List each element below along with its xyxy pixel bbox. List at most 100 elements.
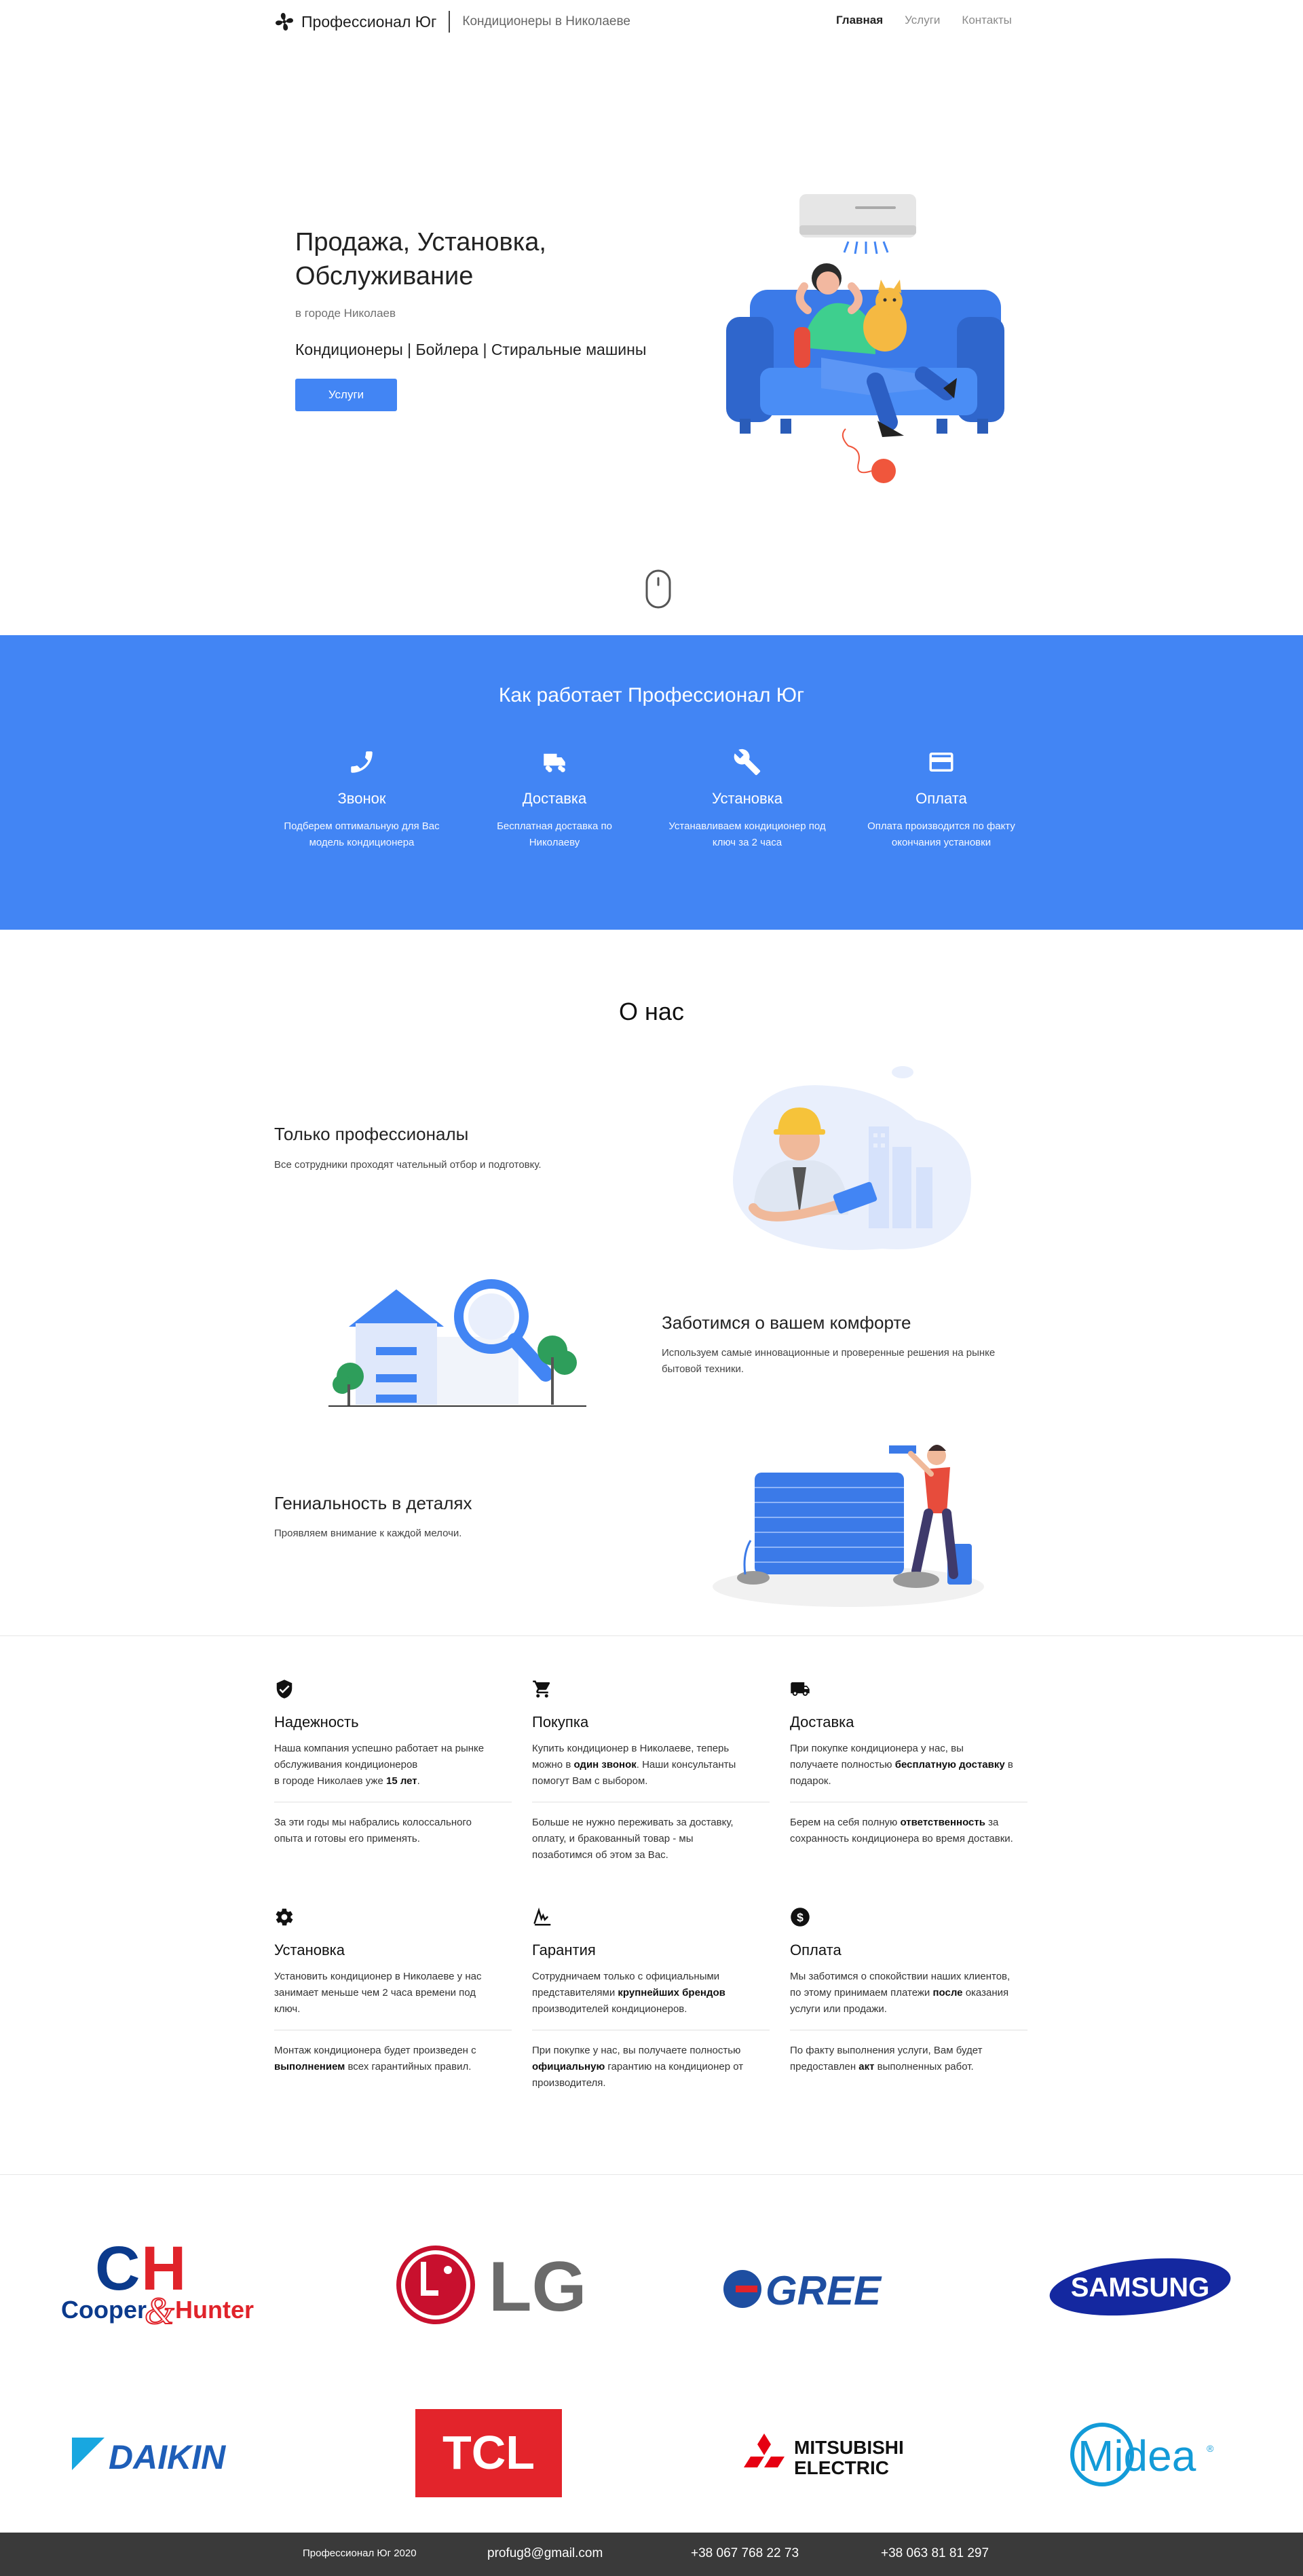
feature-title: Заботимся о вашем комфорте: [662, 1312, 911, 1333]
feature-text: Проявляем внимание к каждой мелочи.: [274, 1528, 462, 1539]
gree-logo[interactable]: GREE: [722, 2265, 905, 2313]
dollar-icon: $: [791, 1908, 810, 1927]
how-title: Как работает Профессионал Юг: [498, 684, 805, 706]
divider: [0, 1635, 1303, 1636]
svg-text:$: $: [797, 1910, 804, 1924]
about-title: О нас: [619, 998, 684, 1025]
gear-icon: [276, 1908, 293, 1926]
benefit-title: Покупка: [532, 1713, 589, 1730]
credit-card-icon: [929, 753, 953, 772]
benefit-text: Наша компания успешно работает на рынке о…: [274, 1743, 485, 1787]
nav-services[interactable]: Услуги: [905, 14, 940, 27]
benefit-text: Установить кондиционер в Николаеве у нас…: [274, 1971, 482, 2015]
svg-text:DAIKIN: DAIKIN: [109, 2438, 226, 2476]
fan-icon: [276, 13, 293, 31]
brand-name: Профессионал Юг: [301, 12, 437, 31]
hero-title: Продажа, Установка, Обслуживание: [295, 225, 702, 293]
page: Профессионал Юг Кондиционеры в Николаеве…: [0, 0, 1303, 2576]
midea-logo[interactable]: Midea ®: [1064, 2419, 1220, 2487]
svg-text:GREE: GREE: [766, 2268, 882, 2313]
wrench-icon: [734, 749, 761, 776]
step-payment: Оплата Оплата производится по факту оконч…: [856, 748, 1026, 851]
step-call: Звонок Подберем оптимальную для Вас модел…: [277, 748, 447, 851]
step-desc: Бесплатная доставка по Николаеву: [497, 820, 612, 848]
tcl-logo[interactable]: TCL: [415, 2409, 562, 2497]
step-title: Звонок: [337, 790, 386, 807]
mitsubishi-logo[interactable]: MITSUBISHI ELECTRIC: [738, 2429, 904, 2481]
cart-icon: [533, 1680, 550, 1698]
benefit-text-secondary: Больше не нужно переживать за доставку, о…: [532, 1817, 734, 1861]
svg-text:MITSUBISHI: MITSUBISHI: [794, 2437, 904, 2458]
benefit-reliability: Надежность Наша компания успешно работае…: [274, 1679, 512, 1847]
hero-city: в городе Николаев: [295, 307, 396, 320]
hero-title-line1: Продажа, Установка,: [295, 228, 546, 257]
benefit-text-secondary: При покупке у нас, вы получаете полность…: [532, 2045, 744, 2089]
benefit-payment: $ Оплата Мы заботимся о спокойствии наши…: [790, 1907, 1027, 2075]
benefit-warranty: Гарантия Сотрудничаем только с официальн…: [532, 1907, 770, 2091]
svg-text:&: &: [145, 2290, 174, 2328]
step-title: Установка: [712, 790, 782, 807]
hero-illustration: [726, 194, 1004, 483]
benefit-text: При покупке кондиционера у нас, вы получа…: [790, 1743, 1013, 1787]
step-title: Оплата: [915, 790, 967, 807]
benefit-text-secondary: По факту выполнения услуги, Вам будет пре…: [790, 2045, 983, 2072]
cooper-hunter-logo[interactable]: C H Cooper & Hunter: [60, 2246, 267, 2328]
svg-text:Cooper: Cooper: [61, 2296, 147, 2324]
svg-text:TCL: TCL: [442, 2426, 535, 2479]
benefit-text: Купить кондиционер в Николаеве, теперь мо…: [532, 1743, 736, 1787]
benefit-text-secondary: За эти годы мы набрались колоссального оп…: [274, 1817, 472, 1844]
svg-text:ELECTRIC: ELECTRIC: [794, 2457, 889, 2478]
signature-icon: [533, 1907, 551, 1926]
brand[interactable]: Профессионал Юг Кондиционеры в Николаеве: [274, 10, 630, 34]
phone-icon: [351, 751, 373, 773]
benefit-installation: Установка Установить кондиционер в Никол…: [274, 1907, 512, 2075]
header: Профессионал Юг Кондиционеры в Николаеве…: [0, 0, 1303, 43]
svg-text:C: C: [95, 2246, 140, 2303]
svg-text:®: ®: [1207, 2443, 1214, 2454]
step-desc: Оплата производится по факту окончания ус…: [867, 820, 1015, 848]
footer-email[interactable]: profug8@gmail.com: [487, 2546, 603, 2561]
step-install: Установка Устанавливаем кондиционер под к…: [662, 748, 832, 851]
benefit-text: Сотрудничаем только с официальными предст…: [532, 1971, 725, 2015]
main-nav: Главная Услуги Контакты: [836, 14, 1012, 27]
scroll-mouse-icon[interactable]: [645, 569, 672, 609]
step-desc: Устанавливаем кондиционер под ключ за 2 ч…: [668, 820, 826, 848]
feature-text: Все сотрудники проходят чательный отбор …: [274, 1159, 542, 1171]
samsung-logo[interactable]: SAMSUNG: [1048, 2254, 1232, 2319]
how-it-works-section: Как работает Профессионал Юг Звонок Подб…: [0, 635, 1303, 930]
divider: [0, 2174, 1303, 2175]
feature-title: Гениальность в деталях: [274, 1493, 472, 1513]
footer: Профессионал Юг 2020 profug8@gmail.com +…: [0, 2533, 1303, 2576]
daikin-logo[interactable]: DAIKIN: [71, 2429, 254, 2477]
benefit-title: Надежность: [274, 1713, 359, 1730]
svg-text:SAMSUNG: SAMSUNG: [1071, 2273, 1209, 2303]
brand-divider: [449, 11, 451, 33]
hero-title-line2: Обслуживание: [295, 262, 474, 290]
truck-icon: [544, 753, 565, 772]
benefit-purchase: Покупка Купить кондиционер в Николаеве, …: [532, 1679, 770, 1863]
brand-subtitle: Кондиционеры в Николаеве: [462, 14, 630, 29]
house-search-illustration: [328, 1279, 586, 1407]
svg-text:LG: LG: [489, 2248, 584, 2326]
shield-check-icon: [276, 1680, 292, 1699]
benefit-title: Оплата: [790, 1942, 842, 1958]
nav-contacts[interactable]: Контакты: [962, 14, 1011, 27]
svg-text:Midea: Midea: [1078, 2431, 1196, 2480]
benefit-text: Мы заботимся о спокойствии наших клиенто…: [790, 1971, 1011, 2015]
footer-phone-2[interactable]: +38 063 81 81 297: [881, 2546, 989, 2561]
nav-home[interactable]: Главная: [836, 14, 883, 27]
engineer-illustration: [733, 1066, 971, 1250]
lg-logo[interactable]: LG: [394, 2243, 584, 2328]
services-button[interactable]: Услуги: [295, 379, 397, 411]
builder-illustration: [713, 1445, 984, 1607]
feature-text: Используем самые инновационные и провере…: [662, 1347, 996, 1375]
benefit-title: Доставка: [790, 1713, 854, 1730]
benefit-text-secondary: Берем на себя полную ответственность за с…: [790, 1817, 1013, 1844]
truck-icon: [791, 1682, 810, 1696]
footer-phone-1[interactable]: +38 067 768 22 73: [691, 2546, 799, 2561]
step-desc: Подберем оптимальную для Вас модель конди…: [284, 820, 440, 848]
step-title: Доставка: [522, 790, 587, 807]
benefit-title: Установка: [274, 1942, 345, 1958]
footer-copyright: Профессионал Юг 2020: [303, 2547, 417, 2559]
benefit-title: Гарантия: [532, 1942, 596, 1958]
